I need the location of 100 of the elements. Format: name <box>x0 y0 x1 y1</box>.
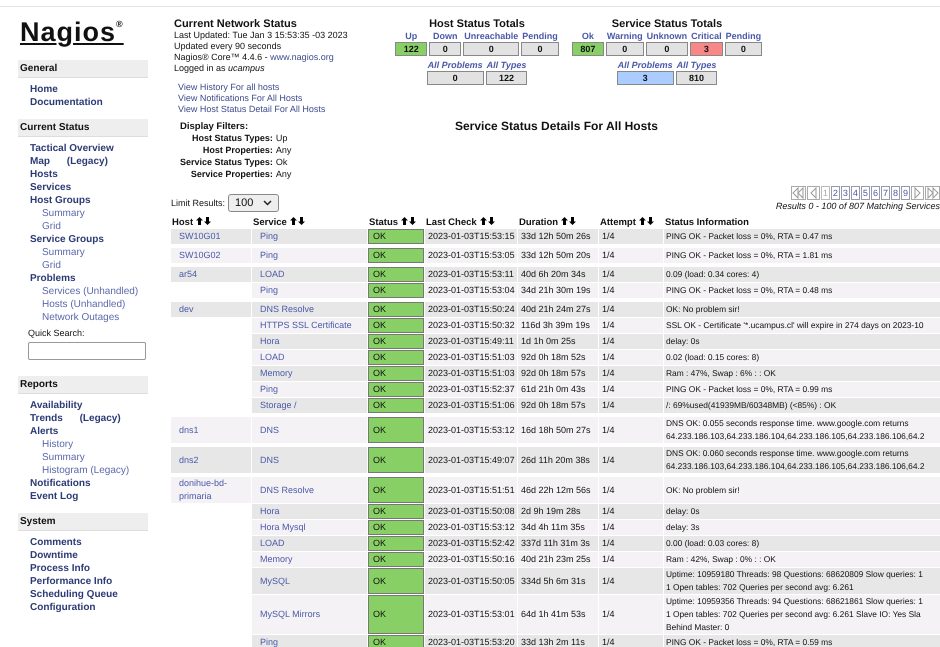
page-link[interactable]: 3 <box>840 186 850 200</box>
page-link[interactable]: 2 <box>830 186 840 200</box>
menu-link[interactable]: Services <box>30 182 72 193</box>
submenu-link[interactable]: Histogram (Legacy) <box>42 465 130 476</box>
submenu-link[interactable]: Grid <box>42 260 61 271</box>
menu-link[interactable]: Service Groups <box>30 234 104 245</box>
menu-link[interactable]: Trends <box>30 413 63 424</box>
service-link[interactable]: Ping <box>255 384 278 394</box>
view-link[interactable]: View History For all hosts <box>178 82 382 93</box>
menu-link[interactable]: Host Groups <box>30 195 91 206</box>
sort-icon[interactable] <box>638 217 654 225</box>
service-link[interactable]: Hora <box>255 506 280 516</box>
last-page-icon[interactable] <box>925 186 940 200</box>
status-link[interactable]: All Problems <box>618 60 673 70</box>
sort-icon[interactable] <box>290 217 305 225</box>
menu-link[interactable]: Scheduling Queue <box>30 589 118 600</box>
menu-link[interactable]: Tactical Overview <box>30 143 114 154</box>
column-header[interactable]: Status <box>369 217 398 228</box>
service-link[interactable]: HTTPS SSL Certificate <box>255 320 352 330</box>
menu-link[interactable]: Alerts <box>30 426 58 437</box>
host-link[interactable]: donihue-bd-primaria <box>179 477 248 503</box>
menu-link[interactable]: Map <box>30 156 50 167</box>
column-header[interactable]: Duration <box>519 217 558 228</box>
sort-icon[interactable] <box>401 217 416 225</box>
first-page-icon[interactable] <box>790 186 806 200</box>
status-link[interactable]: Up <box>405 31 418 41</box>
host-link[interactable]: ar54 <box>179 268 248 281</box>
sort-icon[interactable] <box>196 217 212 225</box>
search-field[interactable] <box>28 342 146 360</box>
service-link[interactable]: Ping <box>255 231 278 241</box>
menu-link[interactable]: Configuration <box>30 602 96 613</box>
status-link[interactable]: All Problems <box>428 60 483 70</box>
page-link[interactable]: 8 <box>890 186 900 200</box>
status-link[interactable]: Unreachable <box>464 31 518 41</box>
menu-link[interactable]: Home <box>30 84 58 95</box>
menu-link[interactable]: Event Log <box>30 491 78 502</box>
service-link[interactable]: DNS Resolve <box>255 484 314 494</box>
service-link[interactable]: MySQL Mirrors <box>255 609 320 619</box>
column-header[interactable]: Service <box>253 217 287 228</box>
column-header[interactable]: Last Check <box>426 217 477 228</box>
submenu-link[interactable]: Grid <box>42 221 61 232</box>
service-link[interactable]: LOAD <box>255 269 285 279</box>
column-header[interactable]: Host <box>172 217 194 228</box>
menu-link[interactable]: Problems <box>30 273 76 284</box>
service-link[interactable]: Ping <box>255 285 278 295</box>
page-link[interactable]: 4 <box>850 186 860 200</box>
host-link[interactable]: dns1 <box>179 424 248 436</box>
host-link[interactable]: dev <box>179 303 248 316</box>
next-page-icon[interactable] <box>911 186 924 200</box>
service-link[interactable]: Hora <box>255 336 280 346</box>
service-link[interactable]: Memory <box>255 368 293 378</box>
menu-link[interactable]: (Legacy) <box>66 156 108 167</box>
menu-link[interactable]: Comments <box>30 537 82 548</box>
status-link[interactable]: Unknown <box>646 31 688 41</box>
status-link[interactable]: Pending <box>726 31 762 41</box>
status-link[interactable]: All Types <box>676 60 716 70</box>
sort-icon[interactable] <box>561 217 576 225</box>
status-link[interactable]: Pending <box>522 31 558 41</box>
service-link[interactable]: DNS <box>255 424 280 434</box>
host-link[interactable]: SW10G01 <box>179 230 248 243</box>
service-link[interactable]: Memory <box>255 554 293 564</box>
host-link[interactable]: SW10G02 <box>179 249 248 262</box>
service-link[interactable]: Ping <box>255 637 278 647</box>
service-link[interactable]: MySQL <box>255 576 290 586</box>
view-link[interactable]: View Notifications For All Hosts <box>178 93 382 104</box>
host-link[interactable]: dns2 <box>179 454 248 466</box>
status-link[interactable]: Critical <box>691 31 722 41</box>
view-link[interactable]: View Host Status Detail For All Hosts <box>178 104 382 115</box>
submenu-link[interactable]: Summary <box>42 452 85 463</box>
submenu-link[interactable]: History <box>42 439 74 450</box>
column-header[interactable]: Attempt <box>600 217 636 228</box>
page-link[interactable]: 9 <box>900 186 910 200</box>
sort-icon[interactable] <box>480 217 495 225</box>
website-link[interactable]: www.nagios.org <box>270 52 334 62</box>
menu-link[interactable]: Documentation <box>30 97 103 108</box>
menu-link[interactable]: Process Info <box>30 563 90 574</box>
status-link[interactable]: Down <box>432 31 458 41</box>
status-link[interactable]: All Types <box>486 60 526 70</box>
status-link[interactable]: Warning <box>606 31 643 41</box>
submenu-link[interactable]: Summary <box>42 208 85 219</box>
menu-link[interactable]: Performance Info <box>30 576 112 587</box>
submenu-link[interactable]: Hosts (Unhandled) <box>42 299 126 310</box>
submenu-link[interactable]: Summary <box>42 247 85 258</box>
service-link[interactable]: DNS <box>255 454 280 464</box>
service-link[interactable]: DNS Resolve <box>255 304 314 314</box>
page-link[interactable]: 5 <box>860 186 870 200</box>
service-link[interactable]: Storage / <box>255 400 297 410</box>
page-link[interactable]: 6 <box>870 186 880 200</box>
menu-link[interactable]: (Legacy) <box>80 413 121 424</box>
service-link[interactable]: Hora Mysql <box>255 522 306 532</box>
menu-link[interactable]: Hosts <box>30 169 58 180</box>
menu-link[interactable]: Notifications <box>30 478 91 489</box>
previous-page-icon[interactable] <box>806 186 820 200</box>
limit-select[interactable]: 100 <box>228 194 280 212</box>
submenu-link[interactable]: Network Outages <box>42 312 120 323</box>
service-link[interactable]: LOAD <box>255 352 285 362</box>
service-link[interactable]: Ping <box>255 250 278 260</box>
menu-link[interactable]: Downtime <box>30 550 78 561</box>
status-link[interactable]: Ok <box>582 31 594 41</box>
submenu-link[interactable]: Services (Unhandled) <box>42 286 138 297</box>
